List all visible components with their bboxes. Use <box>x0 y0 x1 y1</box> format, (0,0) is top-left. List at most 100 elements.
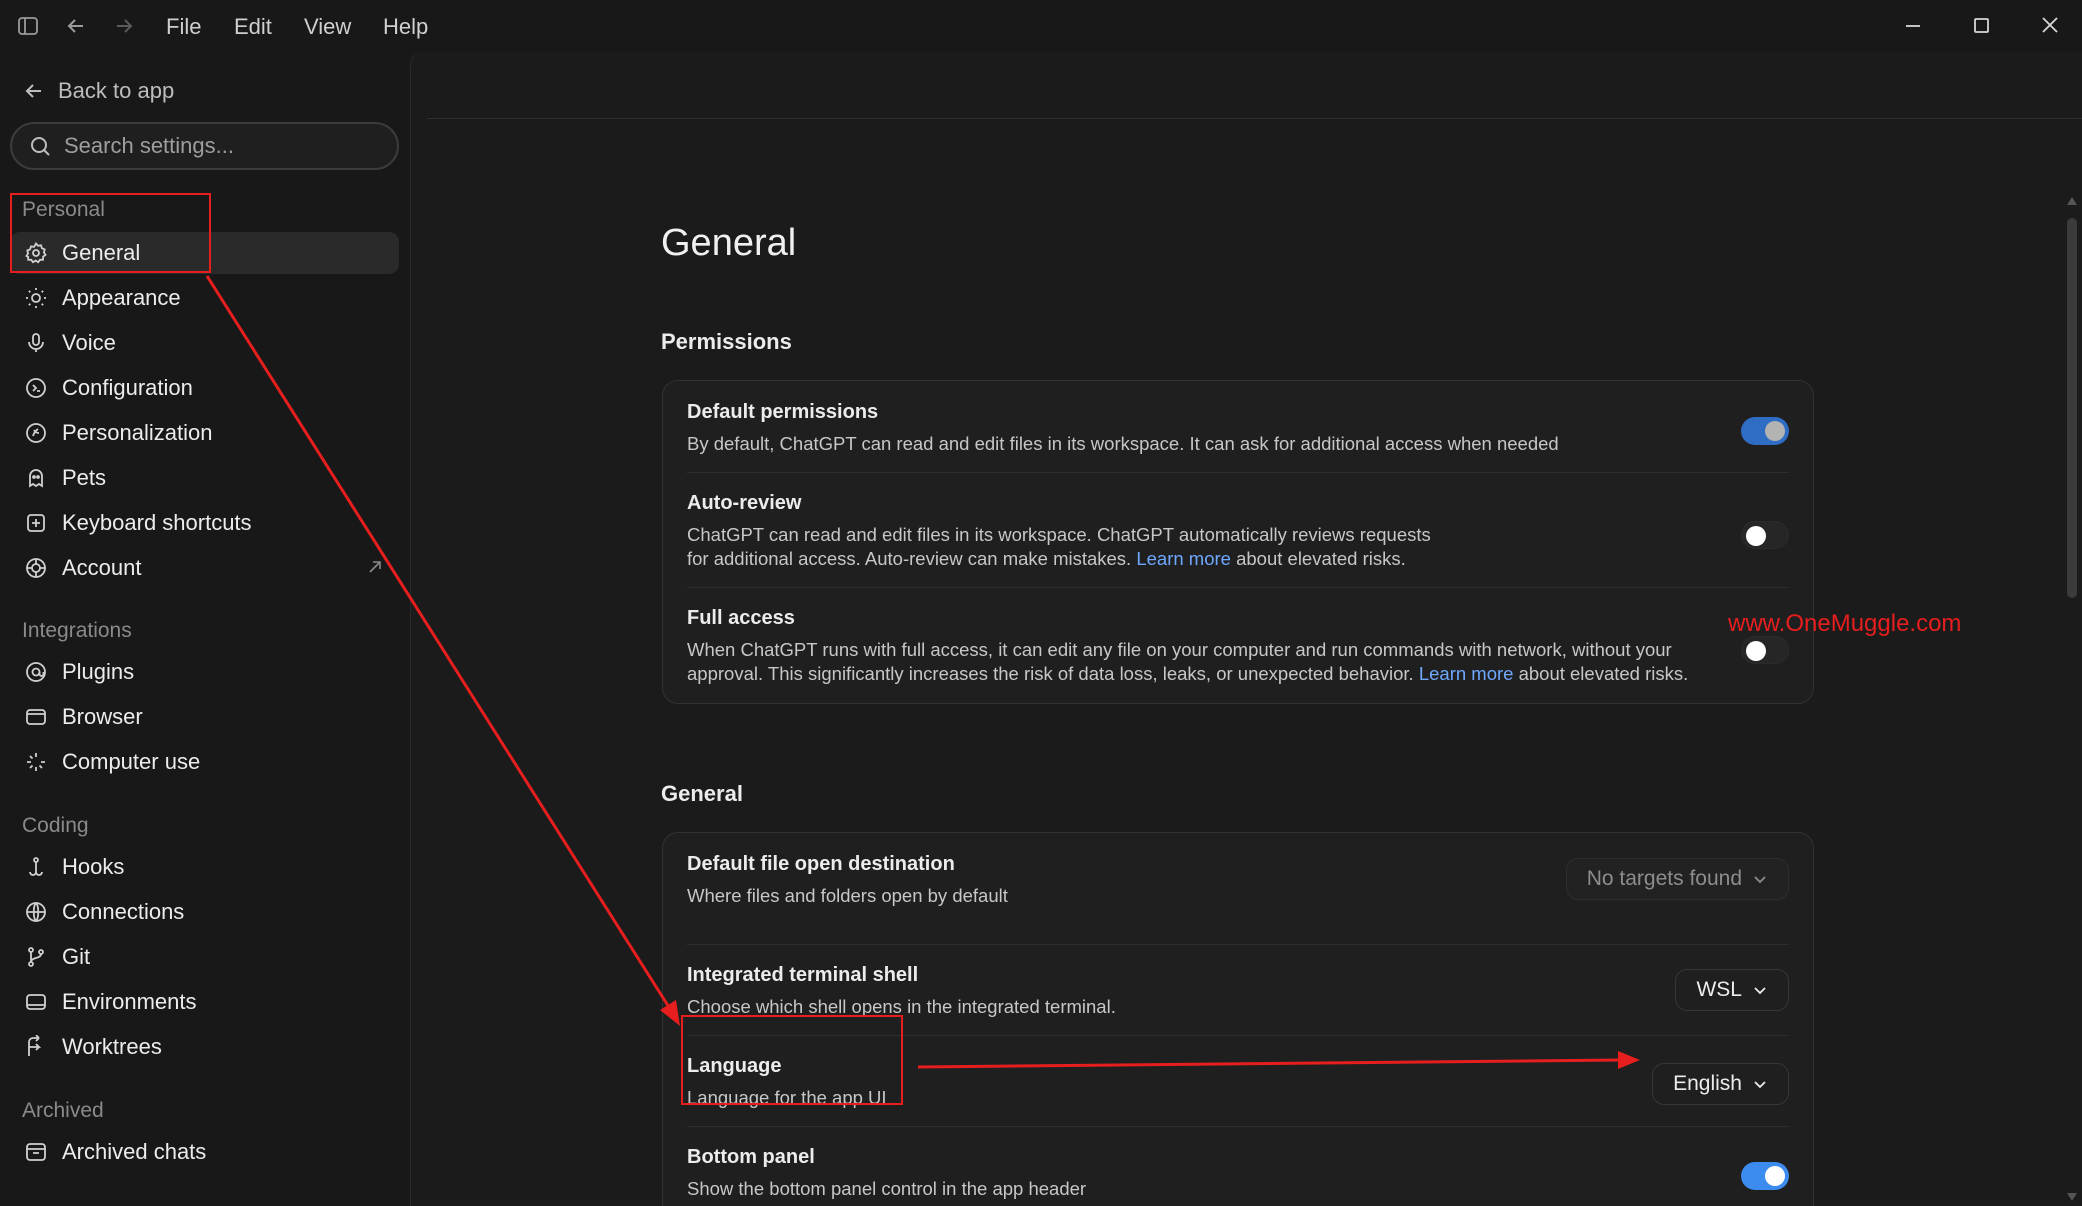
computer-use-icon <box>27 753 45 771</box>
sidebar-item-label: Appearance <box>62 285 181 310</box>
sidebar-item-personalization[interactable]: Personalization <box>10 412 399 454</box>
sidebar-item-voice[interactable]: Voice <box>10 322 399 364</box>
minimize-icon[interactable] <box>1898 12 1928 40</box>
row-desc: Language for the app UI <box>687 1087 887 1108</box>
toggle-knob <box>1765 421 1785 441</box>
environments-icon <box>26 994 46 1010</box>
permissions-card: Default permissions By default, ChatGPT … <box>662 380 1814 704</box>
sidebar-item-archived-chats[interactable]: Archived chats <box>10 1131 399 1173</box>
sidebar-item-environments[interactable]: Environments <box>10 981 399 1023</box>
row-title: Full access <box>687 607 795 629</box>
row-desc: Show the bottom panel control in the app… <box>687 1178 1087 1199</box>
sidebar-item-git[interactable]: Git <box>10 936 399 978</box>
plugins-icon <box>26 662 46 682</box>
section-coding: Coding <box>22 814 89 837</box>
page-title: General <box>661 222 797 264</box>
watermark: www.OneMuggle.com <box>1728 610 1962 637</box>
bottom-panel-toggle[interactable] <box>1741 1162 1789 1190</box>
microphone-icon <box>28 333 44 352</box>
select-value: No targets found <box>1586 867 1742 890</box>
row-title: Bottom panel <box>687 1146 815 1168</box>
file-open-select[interactable]: No targets found <box>1565 858 1789 900</box>
sidebar-item-keyboard-shortcuts[interactable]: Keyboard shortcuts <box>10 502 399 544</box>
search-icon <box>31 137 50 156</box>
default-permissions-toggle[interactable] <box>1741 417 1789 445</box>
forward-arrow-icon[interactable] <box>112 14 136 38</box>
terminal-shell-select[interactable]: WSL <box>1675 969 1789 1011</box>
terminal-shell-row: Integrated terminal shell Choose which s… <box>687 964 1789 1034</box>
language-select[interactable]: English <box>1652 1063 1789 1105</box>
sidebar-item-account[interactable]: Account <box>10 547 399 589</box>
full-access-row: Full access When ChatGPT runs with full … <box>687 607 1789 697</box>
row-title: Auto-review <box>687 492 802 514</box>
pets-icon <box>29 469 43 488</box>
sidebar-item-worktrees[interactable]: Worktrees <box>10 1026 399 1068</box>
divider <box>427 118 2082 119</box>
sidebar-item-plugins[interactable]: Plugins <box>10 651 399 693</box>
settings-search[interactable] <box>10 122 399 170</box>
archive-icon <box>26 1143 46 1161</box>
sidebar-item-label: Hooks <box>62 854 125 879</box>
back-to-app-link[interactable]: Back to app <box>22 74 174 108</box>
bottom-panel-row: Bottom panel Show the bottom panel contr… <box>687 1146 1789 1206</box>
search-input[interactable] <box>64 133 384 159</box>
back-arrow-icon[interactable] <box>64 14 88 38</box>
keyboard-icon <box>27 514 45 532</box>
default-permissions-row: Default permissions By default, ChatGPT … <box>687 401 1789 471</box>
sidebar-item-hooks[interactable]: Hooks <box>10 846 399 888</box>
menu-file[interactable]: File <box>166 14 201 40</box>
sidebar-item-computer-use[interactable]: Computer use <box>10 741 399 783</box>
toggle-knob <box>1746 526 1766 546</box>
learn-more-link[interactable]: Learn more <box>1419 663 1514 684</box>
config-icon <box>26 378 46 398</box>
menu-view[interactable]: View <box>304 14 351 40</box>
section-personal: Personal <box>22 198 105 221</box>
chevron-down-icon <box>1754 987 1766 995</box>
sidebar-item-label: Account <box>62 555 142 580</box>
scrollbar-thumb[interactable] <box>2067 218 2077 598</box>
row-title: Language <box>687 1055 782 1077</box>
auto-review-toggle[interactable] <box>1741 521 1789 549</box>
chevron-down-icon <box>1754 1081 1766 1089</box>
sidebar-item-label: General <box>62 240 141 265</box>
sidebar-item-label: Keyboard shortcuts <box>62 510 252 535</box>
sidebar-item-label: Archived chats <box>62 1139 207 1164</box>
globe-icon <box>26 902 46 922</box>
external-link-icon <box>369 561 381 573</box>
sidebar-item-general[interactable]: General <box>10 232 399 274</box>
sidebar-item-label: Voice <box>62 330 116 355</box>
sidebar-item-label: Plugins <box>62 659 135 684</box>
scroll-down-icon[interactable] <box>2066 1192 2078 1202</box>
menu-edit[interactable]: Edit <box>234 14 272 40</box>
worktrees-icon <box>28 1035 42 1056</box>
sidebar-item-label: Personalization <box>62 420 213 445</box>
sidebar-item-appearance[interactable]: Appearance <box>10 277 399 319</box>
sidebar-item-browser[interactable]: Browser <box>10 696 399 738</box>
sidebar-toggle-icon[interactable] <box>16 14 40 38</box>
scroll-up-icon[interactable] <box>2066 196 2078 206</box>
sidebar-item-label: Worktrees <box>62 1034 162 1059</box>
maximize-icon[interactable] <box>1966 12 1996 40</box>
sidebar-item-connections[interactable]: Connections <box>10 891 399 933</box>
sidebar-item-configuration[interactable]: Configuration <box>10 367 399 409</box>
row-desc: When ChatGPT runs with full access, it c… <box>687 638 1789 686</box>
file-open-row: Default file open destination Where file… <box>687 853 1789 923</box>
git-branch-icon <box>28 947 44 967</box>
gear-icon <box>25 241 47 264</box>
section-integrations: Integrations <box>22 619 132 642</box>
desc-line: for additional access. Auto-review can m… <box>687 548 1132 569</box>
row-title: Default permissions <box>687 401 879 423</box>
divider <box>687 472 1789 473</box>
title-bar: File Edit View Help <box>0 0 2082 52</box>
close-icon[interactable] <box>2035 12 2065 40</box>
row-title: Integrated terminal shell <box>687 964 919 986</box>
learn-more-link[interactable]: Learn more <box>1136 548 1231 569</box>
settings-sidebar: Back to app Personal General Appearance … <box>0 52 410 1206</box>
toggle-knob <box>1765 1166 1785 1186</box>
menu-help[interactable]: Help <box>383 14 428 40</box>
sidebar-item-pets[interactable]: Pets <box>10 457 399 499</box>
select-value: WSL <box>1696 978 1742 1001</box>
full-access-toggle[interactable] <box>1741 636 1789 664</box>
row-desc: Choose which shell opens in the integrat… <box>687 996 1116 1017</box>
sidebar-item-label: Pets <box>62 465 107 490</box>
